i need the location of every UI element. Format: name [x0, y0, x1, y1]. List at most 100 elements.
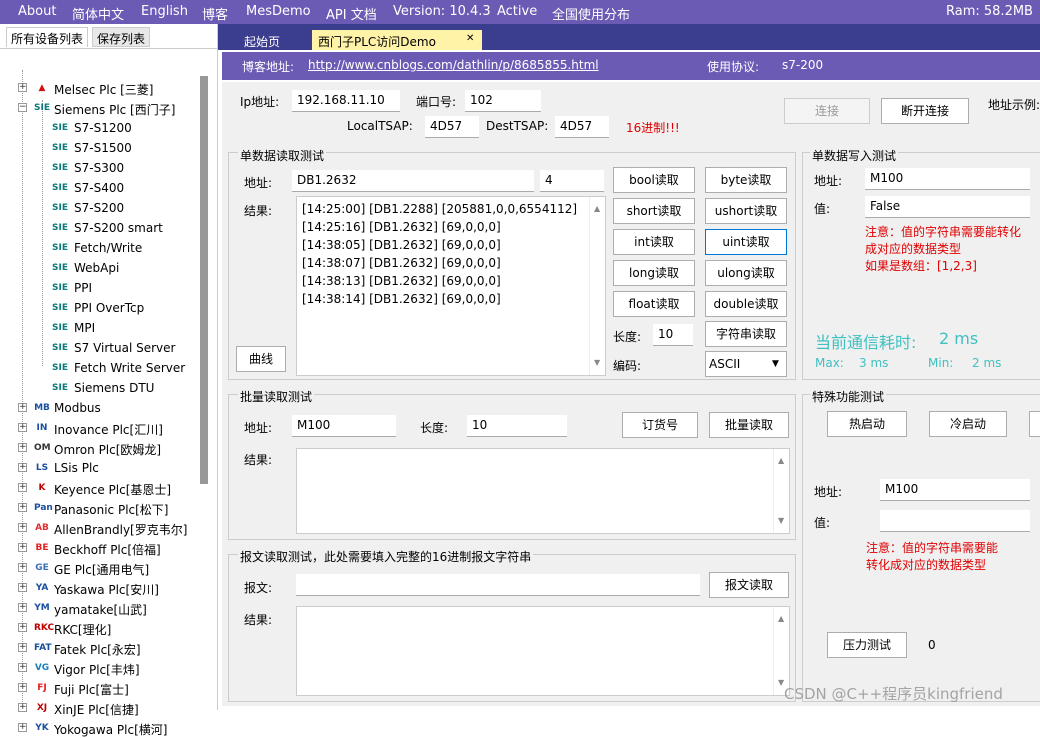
menu-version[interactable]: Version: 10.4.3	[393, 4, 491, 19]
port-input[interactable]: 102	[465, 90, 541, 112]
tree-item-ppi-overtcp[interactable]: SIE PPI OverTcp	[0, 298, 200, 318]
expand-icon[interactable]: +	[18, 83, 27, 92]
tree-item-ppi[interactable]: SIE PPI	[0, 278, 200, 298]
tree-item-fetch-write-server[interactable]: SIE Fetch Write Server	[0, 358, 200, 378]
tree-item-beckhoff-plc[interactable]: + BE Beckhoff Plc[倍福]	[0, 538, 200, 558]
short-read-button[interactable]: short读取	[613, 198, 695, 224]
tree-item-yokogawa-plc[interactable]: + YK Yokogawa Plc[横河]	[0, 718, 200, 738]
menu-api-docs[interactable]: API 文档	[326, 4, 377, 23]
batch-address-input[interactable]: M100	[292, 415, 396, 437]
tree-item-siemens-dtu[interactable]: SIE Siemens DTU	[0, 378, 200, 398]
expand-icon[interactable]: +	[18, 443, 27, 452]
expand-icon[interactable]: +	[18, 703, 27, 712]
ip-input[interactable]: 192.168.11.10	[292, 90, 400, 112]
message-result-scrollbar[interactable]: ▲ ▼	[773, 607, 789, 695]
expand-icon[interactable]: +	[18, 463, 27, 472]
expand-icon[interactable]: +	[18, 523, 27, 532]
expand-icon[interactable]: +	[18, 543, 27, 552]
menu-english[interactable]: English	[141, 4, 188, 19]
int-read-button[interactable]: int读取	[613, 229, 695, 255]
single-read-result-box[interactable]: [14:25:00] [DB1.2288] [205881,0,0,655411…	[296, 196, 606, 376]
tree-item-fuji-plc[interactable]: + FJ Fuji Plc[富士]	[0, 678, 200, 698]
byte-read-button[interactable]: byte读取	[705, 167, 787, 193]
order-number-button[interactable]: 订货号	[622, 412, 698, 438]
tree-item-panasonic-plc[interactable]: + Pan Panasonic Plc[松下]	[0, 498, 200, 518]
expand-icon[interactable]: +	[18, 403, 27, 412]
scroll-down-icon[interactable]: ▼	[778, 512, 784, 530]
tree-item-webapi[interactable]: SIE WebApi	[0, 258, 200, 278]
expand-icon[interactable]: +	[18, 483, 27, 492]
string-length-input[interactable]: 10	[653, 324, 693, 346]
tree-item-xinje-plc[interactable]: + XJ XinJE Plc[信捷]	[0, 698, 200, 718]
menu-blog[interactable]: 博客	[202, 4, 228, 23]
batch-result-box[interactable]: ▲ ▼	[296, 448, 790, 534]
tree-item-s7-virtual-server[interactable]: SIE S7 Virtual Server	[0, 338, 200, 358]
connect-button[interactable]: 连接	[784, 98, 870, 124]
tree-item-fetch-write[interactable]: SIE Fetch/Write	[0, 238, 200, 258]
tree-item-siemens[interactable]: − SIE Siemens Plc [西门子]	[0, 98, 200, 118]
tree-item-lsis-plc[interactable]: + LS LSis Plc	[0, 458, 200, 478]
dest-tsap-input[interactable]: 4D57	[555, 116, 609, 138]
menu-about[interactable]: About	[18, 4, 56, 19]
disconnect-button[interactable]: 断开连接	[881, 98, 969, 124]
tree-item-fatek-plc[interactable]: + FAT Fatek Plc[永宏]	[0, 638, 200, 658]
special-value-input[interactable]	[880, 510, 1030, 532]
expand-icon[interactable]: +	[18, 603, 27, 612]
tree-item-ge-plc[interactable]: + GE GE Plc[通用电气]	[0, 558, 200, 578]
expand-icon[interactable]: +	[18, 663, 27, 672]
expand-icon[interactable]: +	[18, 583, 27, 592]
tree-item-s7-s200-smart[interactable]: SIE S7-S200 smart	[0, 218, 200, 238]
scroll-up-icon[interactable]: ▲	[778, 610, 784, 628]
close-icon[interactable]: ✕	[466, 33, 474, 44]
message-read-button[interactable]: 报文读取	[709, 572, 789, 598]
tree-item-omron-plc[interactable]: + OM Omron Plc[欧姆龙]	[0, 438, 200, 458]
hot-start-button[interactable]: 热启动	[827, 411, 907, 437]
bool-read-button[interactable]: bool读取	[613, 167, 695, 193]
long-read-button[interactable]: long读取	[613, 260, 695, 286]
result-scrollbar[interactable]: ▲ ▼	[589, 197, 605, 375]
menu-distribution[interactable]: 全国使用分布	[552, 4, 630, 23]
tree-item-yaskawa-plc[interactable]: + YA Yaskawa Plc[安川]	[0, 578, 200, 598]
string-read-button[interactable]: 字符串读取	[705, 321, 787, 347]
single-read-address-input[interactable]: DB1.2632	[292, 170, 534, 192]
float-read-button[interactable]: float读取	[613, 291, 695, 317]
tree-item-inovance-plc[interactable]: + IN Inovance Plc[汇川]	[0, 418, 200, 438]
tree-item-s7-s400[interactable]: SIE S7-S400	[0, 178, 200, 198]
tree-item-rkc[interactable]: + RKC RKC[理化]	[0, 618, 200, 638]
expand-icon[interactable]: +	[18, 643, 27, 652]
menu-active[interactable]: Active	[497, 4, 537, 19]
expand-icon[interactable]: +	[18, 623, 27, 632]
encoding-select[interactable]: ASCII ▼	[705, 351, 787, 377]
tree-item-mpi[interactable]: SIE MPI	[0, 318, 200, 338]
tree-item-vigor-plc[interactable]: + VG Vigor Plc[丰炜]	[0, 658, 200, 678]
menu-mesdemo[interactable]: MesDemo	[246, 4, 311, 19]
ulong-read-button[interactable]: ulong读取	[705, 260, 787, 286]
tree-item-keyence-plc[interactable]: + K Keyence Plc[基恩士]	[0, 478, 200, 498]
curve-button[interactable]: 曲线	[236, 346, 286, 372]
tree-item-s7-s1200[interactable]: SIE S7-S1200	[0, 118, 200, 138]
scroll-up-icon[interactable]: ▲	[594, 200, 600, 218]
collapse-icon[interactable]: −	[18, 103, 27, 112]
ushort-read-button[interactable]: ushort读取	[705, 198, 787, 224]
single-write-value-input[interactable]: False	[865, 196, 1030, 218]
expand-icon[interactable]: +	[18, 423, 27, 432]
tree-item-melsec[interactable]: + ▲ Melsec Plc [三菱]	[0, 78, 200, 98]
tab-all-devices[interactable]: 所有设备列表	[6, 27, 89, 47]
tree-item-modbus[interactable]: + MB Modbus	[0, 398, 200, 418]
expand-icon[interactable]: +	[18, 563, 27, 572]
local-tsap-input[interactable]: 4D57	[425, 116, 479, 138]
tree-item-s7-s1500[interactable]: SIE S7-S1500	[0, 138, 200, 158]
cold-start-button[interactable]: 冷启动	[929, 411, 1007, 437]
menu-chinese[interactable]: 简体中文	[72, 4, 124, 23]
batch-result-scrollbar[interactable]: ▲ ▼	[773, 449, 789, 533]
tree-item-yamatake[interactable]: + YM yamatake[山武]	[0, 598, 200, 618]
tab-siemens-demo[interactable]: 西门子PLC访问Demo ✕	[312, 30, 482, 50]
batch-length-input[interactable]: 10	[467, 415, 567, 437]
tab-saved-list[interactable]: 保存列表	[92, 27, 151, 47]
double-read-button[interactable]: double读取	[705, 291, 787, 317]
batch-read-button[interactable]: 批量读取	[709, 412, 789, 438]
message-result-box[interactable]: ▲ ▼	[296, 606, 790, 696]
blog-url-link[interactable]: http://www.cnblogs.com/dathlin/p/8685855…	[308, 58, 599, 72]
message-input[interactable]	[296, 574, 700, 596]
uint-read-button[interactable]: uint读取	[705, 229, 787, 255]
